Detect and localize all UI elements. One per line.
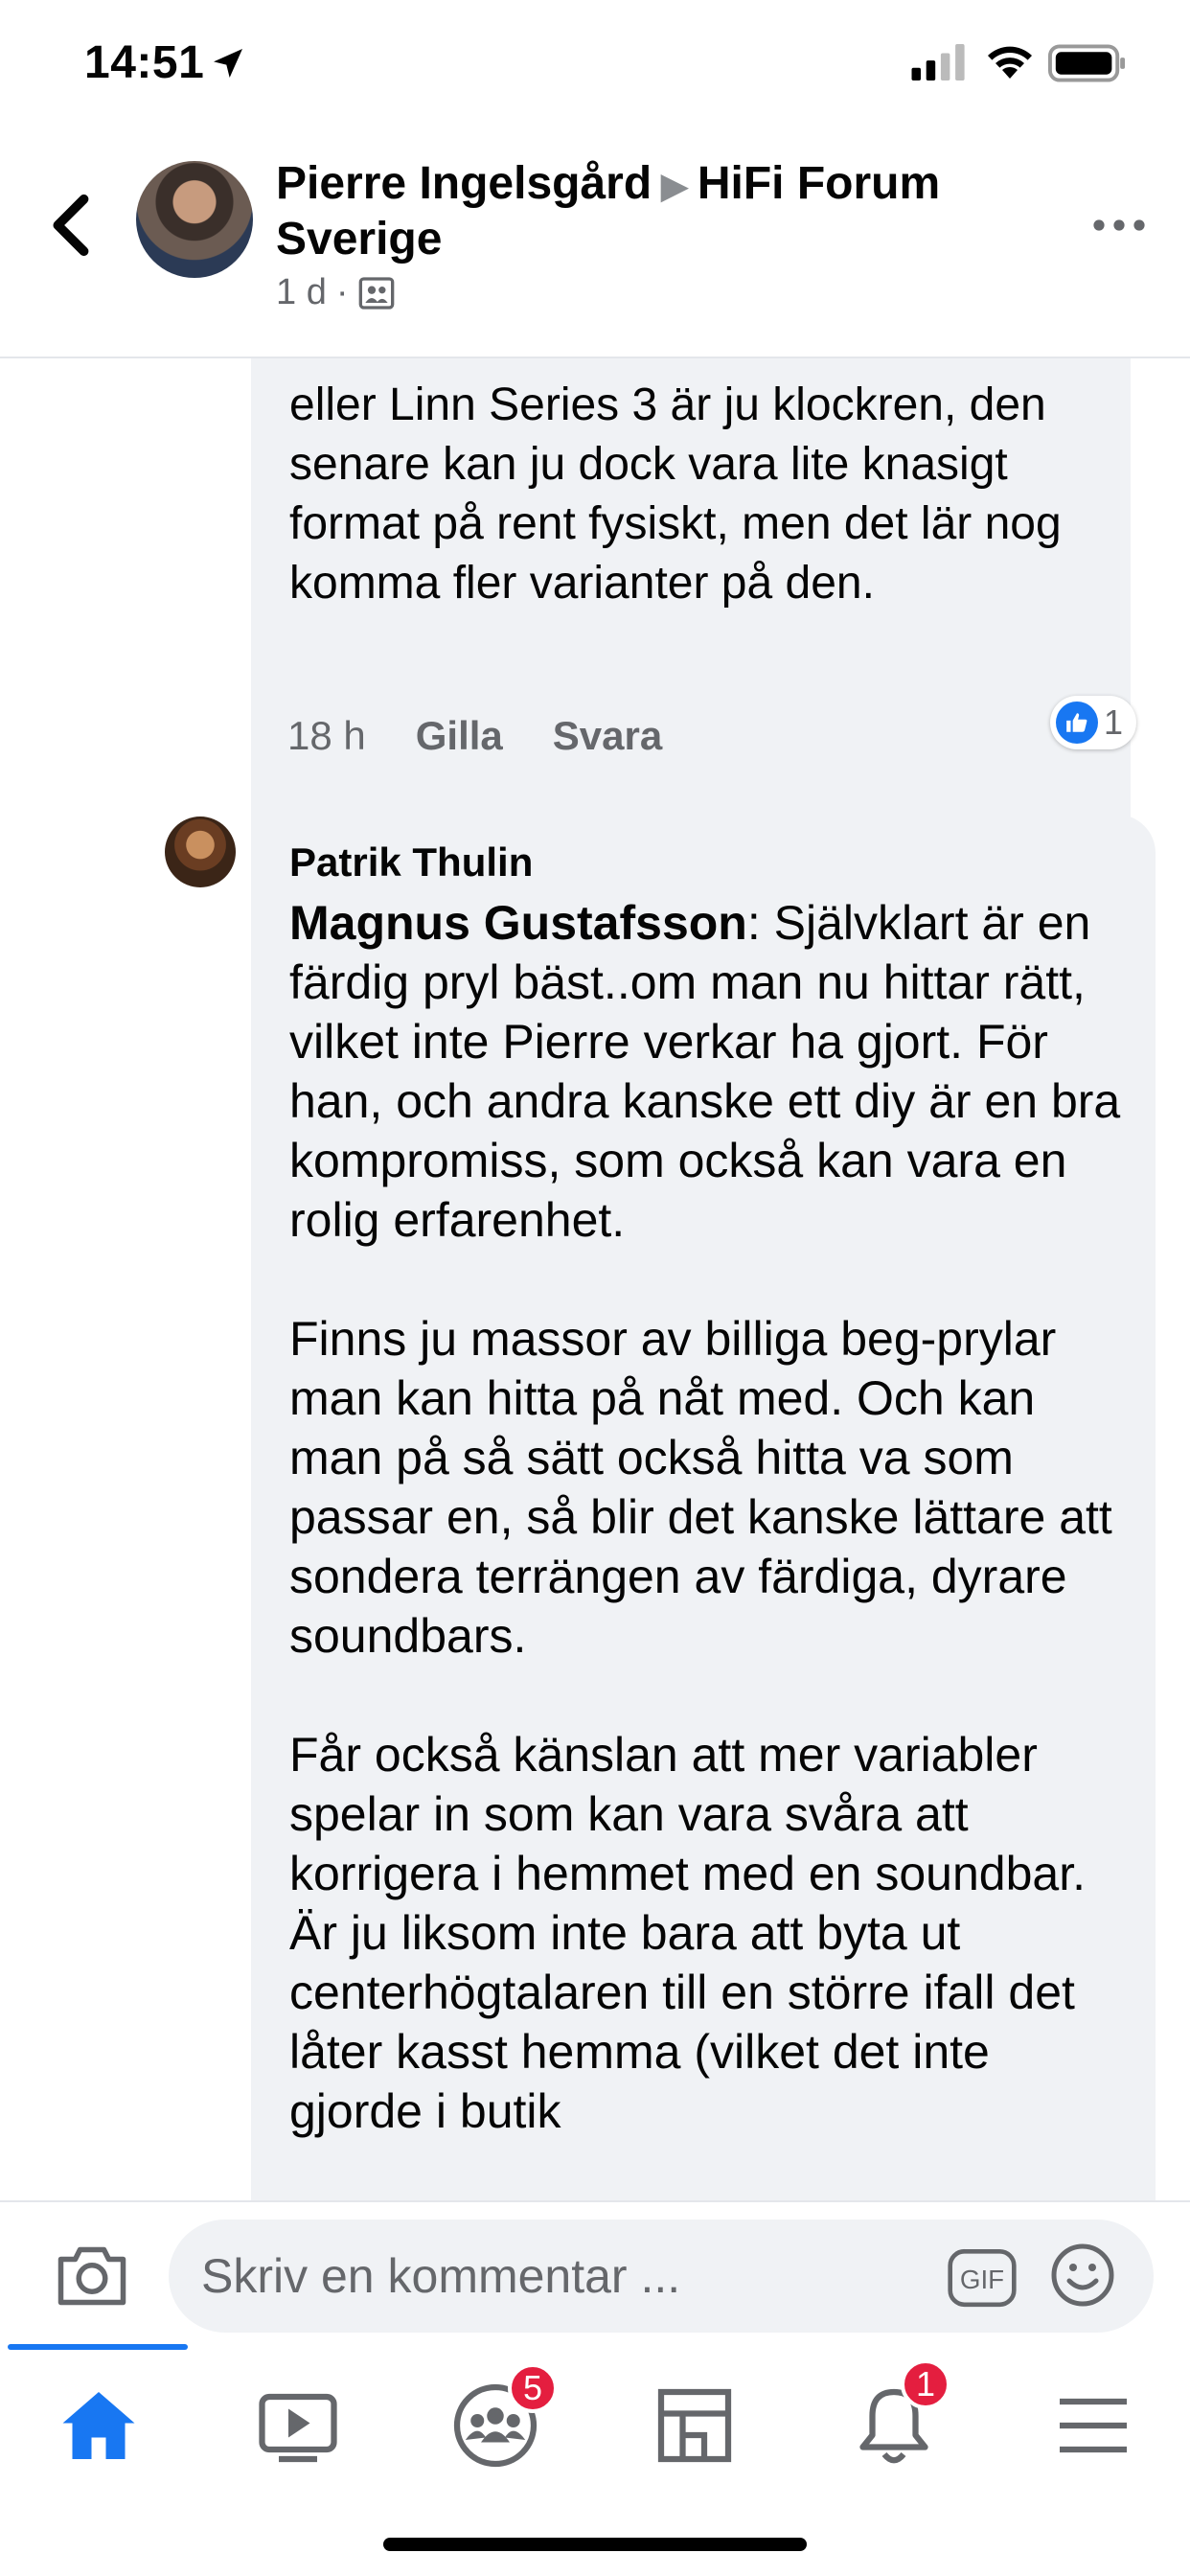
- like-button[interactable]: Gilla: [416, 713, 503, 759]
- commenter-avatar[interactable]: [165, 816, 236, 887]
- signal-icon: [911, 44, 965, 80]
- mention-link[interactable]: Magnus Gustafsson: [289, 896, 747, 950]
- like-icon: [1056, 702, 1098, 744]
- comment-cut-text: Patrik Thulin En Naim Mu-So II: [289, 358, 956, 372]
- comment-bubble[interactable]: Patrik Thulin Magnus Gustafsson: Självkl…: [251, 815, 1156, 2200]
- location-arrow-icon: [214, 49, 242, 78]
- comment-input[interactable]: Skriv en kommentar ... GIF: [169, 2220, 1154, 2333]
- share-arrow-icon: ▶: [661, 166, 688, 206]
- comments-list: Patrik Thulin En Naim Mu-So II eller Lin…: [0, 358, 1190, 2200]
- status-time: 14:51: [84, 37, 205, 88]
- active-tab-indicator: [8, 2344, 188, 2350]
- comment-body: Magnus Gustafsson: Självklart är en färd…: [289, 893, 1133, 2200]
- menu-icon[interactable]: [1050, 2382, 1136, 2469]
- notifications-badge: 1: [901, 2359, 950, 2409]
- pages-icon[interactable]: [652, 2382, 738, 2469]
- groups-badge: 5: [508, 2363, 558, 2413]
- reaction-count[interactable]: 1: [1050, 696, 1137, 749]
- reply-button[interactable]: Svara: [553, 713, 662, 759]
- post-header: Pierre Ingelsgård ▶ HiFi Forum Sverige 1 d…: [0, 134, 1190, 358]
- watch-icon[interactable]: [255, 2382, 341, 2469]
- author-name[interactable]: Pierre Ingelsgård: [276, 158, 652, 209]
- meta-separator: ·: [335, 272, 349, 312]
- like-count: 1: [1104, 702, 1124, 742]
- status-bar: 14:51: [0, 0, 1190, 134]
- svg-text:GIF: GIF: [960, 2265, 1004, 2294]
- wifi-icon: [988, 46, 1032, 79]
- author-avatar[interactable]: [136, 161, 253, 278]
- more-icon[interactable]: [1092, 211, 1146, 240]
- group-privacy-icon: [359, 276, 395, 310]
- home-icon[interactable]: [56, 2382, 142, 2469]
- comment-composer: Skriv en kommentar ... GIF: [0, 2200, 1190, 2346]
- gif-icon[interactable]: GIF: [947, 2246, 1018, 2310]
- post-meta: 1 d ·: [276, 272, 396, 313]
- comment-paragraph: Får också känslan att mer variabler spel…: [289, 1728, 1086, 2138]
- comment-text: eller Linn Series 3 är ju klockren, den …: [289, 380, 1062, 609]
- emoji-icon[interactable]: [1048, 2241, 1117, 2310]
- battery-icon: [1048, 44, 1126, 82]
- camera-icon[interactable]: [54, 2242, 130, 2310]
- comment-time: 18 h: [287, 713, 366, 758]
- comment-actions: 18 h Gilla Svara: [287, 713, 712, 759]
- comment-author[interactable]: Patrik Thulin: [289, 840, 533, 886]
- post-age: 1 d: [276, 272, 327, 312]
- post-title[interactable]: Pierre Ingelsgård ▶ HiFi Forum Sverige: [276, 157, 1004, 266]
- comment-input-placeholder: Skriv en kommentar ...: [201, 2249, 681, 2303]
- back-chevron-icon[interactable]: [46, 192, 92, 259]
- comment-paragraph: Finns ju massor av billiga beg-prylar ma…: [289, 1312, 1112, 1663]
- home-indicator: [383, 2538, 807, 2551]
